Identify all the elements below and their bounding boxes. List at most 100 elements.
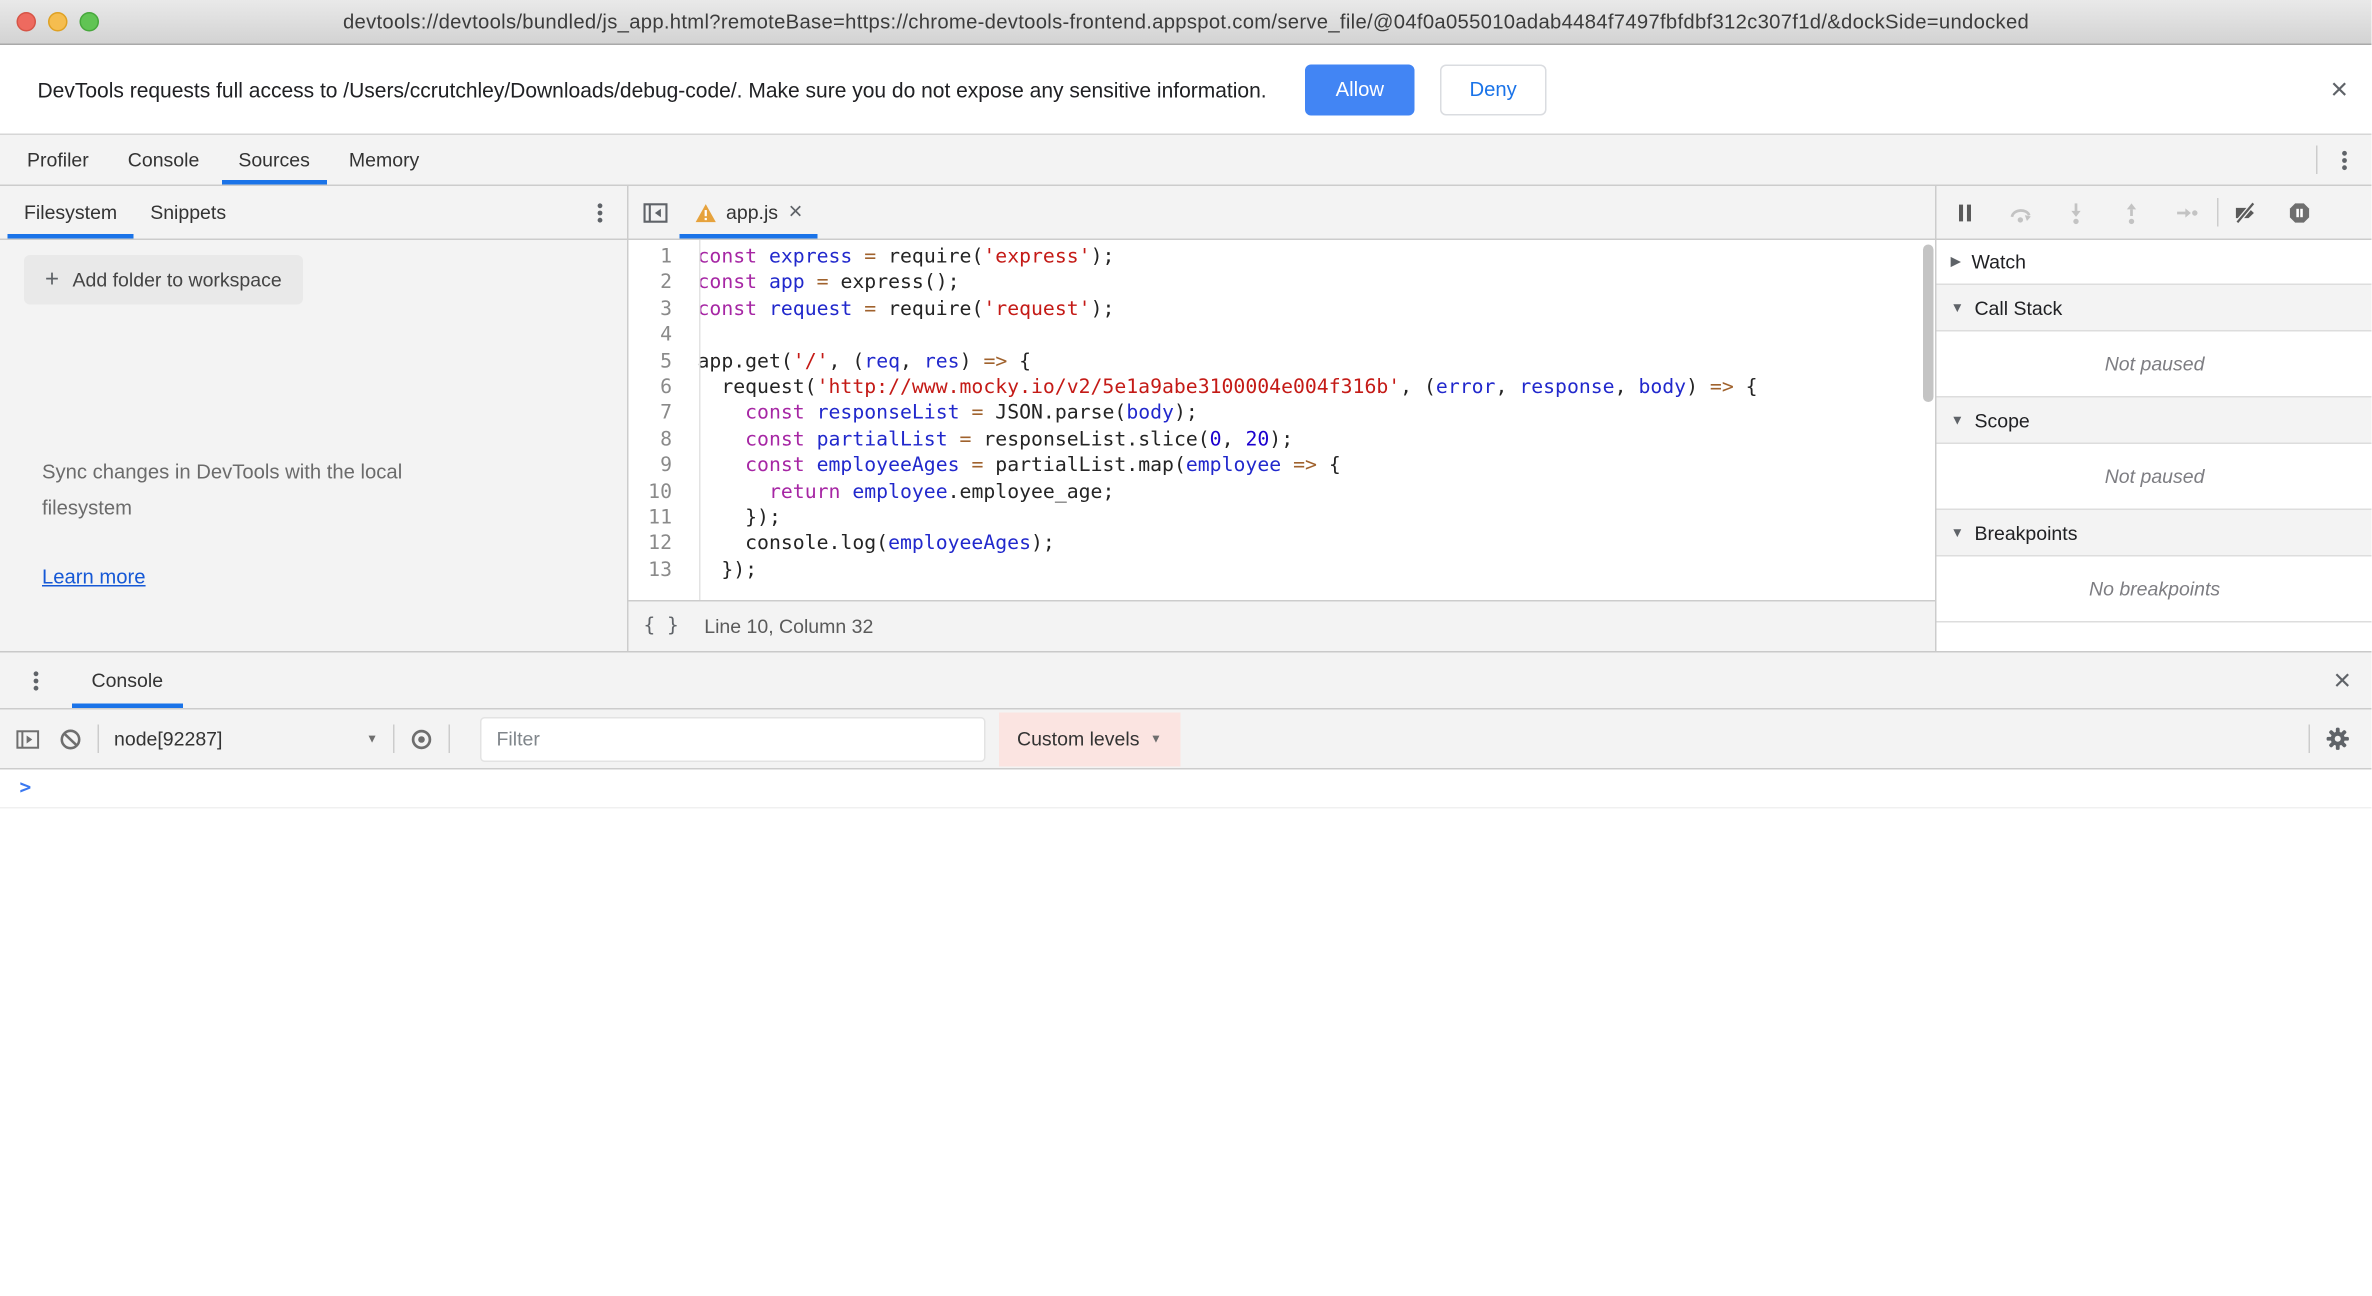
code-line[interactable]: 8 const partialList = responseList.slice… [629,427,1936,453]
code-line[interactable]: 1const express = require('express'); [629,245,1936,271]
separator [393,725,395,754]
scope-message: Not paused [1937,444,2372,510]
line-number[interactable]: 2 [629,271,686,297]
console-sidebar-toggle-icon[interactable] [15,727,39,751]
devtools-window: devtools://devtools/bundled/js_app.html?… [0,0,2372,1296]
section-header-watch[interactable]: ▶Watch [1937,240,2372,285]
tab-console-drawer[interactable]: Console [72,653,183,709]
main-menu-icon[interactable] [2333,148,2357,172]
console-prompt-chevron-icon: > [20,777,32,800]
add-folder-label: Add folder to workspace [73,269,282,292]
code-line[interactable]: 10 return employee.employee_age; [629,479,1936,505]
line-number[interactable]: 4 [629,323,686,349]
line-number[interactable]: 11 [629,506,686,532]
debugger-toolbar [1937,186,2372,240]
code-line[interactable]: 13 }); [629,558,1936,584]
deny-button[interactable]: Deny [1440,64,1547,115]
separator [2309,725,2311,754]
call-stack-message: Not paused [1937,332,2372,398]
drawer-close-icon[interactable]: × [2334,665,2352,695]
section-header-breakpoints[interactable]: ▼Breakpoints [1937,510,2372,557]
tab-profiler[interactable]: Profiler [8,135,109,185]
deactivate-breakpoints-icon[interactable] [2234,200,2258,224]
chevron-down-icon: ▼ [366,732,378,746]
add-folder-button[interactable]: + Add folder to workspace [24,255,303,305]
section-label: Call Stack [1974,296,2062,319]
section-header-call-stack[interactable]: ▼ Call Stack [1937,285,2372,332]
file-tab-close-icon[interactable]: × [789,200,803,224]
create-live-expression-icon[interactable] [410,727,434,751]
minimize-window-button[interactable] [48,12,68,32]
traffic-lights [17,0,100,44]
step-over-icon[interactable] [2009,200,2033,224]
tab-memory[interactable]: Memory [329,135,438,185]
separator [98,725,100,754]
triangle-down-icon: ▼ [1951,300,1964,315]
pause-on-exceptions-icon[interactable] [2288,200,2312,224]
line-number[interactable]: 1 [629,245,686,271]
code-line[interactable]: 3const request = require('request'); [629,297,1936,323]
step-into-icon[interactable] [2065,200,2089,224]
code-line[interactable]: 7 const responseList = JSON.parse(body); [629,401,1936,427]
line-number[interactable]: 5 [629,349,686,375]
code-line[interactable]: 2const app = express(); [629,271,1936,297]
editor-tabbar: app.js × [629,186,1936,240]
tab-console[interactable]: Console [108,135,219,185]
line-number[interactable]: 6 [629,375,686,401]
console-output[interactable]: > [0,770,2372,1296]
editor-statusbar: { } Line 10, Column 32 [629,600,1936,651]
step-icon[interactable] [2176,200,2200,224]
code-line[interactable]: 5app.get('/', (req, res) => { [629,349,1936,375]
pretty-print-icon[interactable]: { } [644,615,679,638]
titlebar: devtools://devtools/bundled/js_app.html?… [0,0,2372,45]
tab-filesystem[interactable]: Filesystem [8,186,134,239]
line-number[interactable]: 8 [629,427,686,453]
console-prompt-row[interactable]: > [0,770,2372,809]
code-line[interactable]: 4 [629,323,1936,349]
separator [2317,146,2319,175]
code-line[interactable]: 9 const employeeAges = partialList.map(e… [629,453,1936,479]
code-editor[interactable]: 1const express = require('express');2con… [629,240,1936,600]
debugger-sidebar: ▶Watch ▼ Call Stack Not paused ▼ Scope Not pau… [1937,186,2372,651]
fullscreen-window-button[interactable] [80,12,100,32]
section-label: Breakpoints [1974,521,2077,544]
code-line[interactable]: 11 }); [629,506,1936,532]
learn-more-link[interactable]: Learn more [42,566,146,589]
section-label: Watch [1971,251,2026,274]
custom-levels-dropdown[interactable]: Custom levels ▼ [999,712,1180,766]
console-settings-gear-icon[interactable] [2326,726,2352,752]
editor-scrollbar-thumb[interactable] [1924,245,1935,403]
line-number[interactable]: 9 [629,453,686,479]
code-line[interactable]: 12 console.log(employeeAges); [629,532,1936,558]
code-line[interactable]: 6 request('http://www.mocky.io/v2/5e1a9a… [629,375,1936,401]
console-filter-input[interactable] [480,716,986,761]
file-tab-label: app.js [726,201,778,224]
tab-snippets[interactable]: Snippets [134,186,243,239]
allow-button[interactable]: Allow [1306,64,1414,115]
tab-sources[interactable]: Sources [219,135,330,185]
hide-navigator-icon[interactable] [642,200,669,224]
step-out-icon[interactable] [2120,200,2144,224]
section-label: Scope [1974,409,2029,432]
clear-console-icon[interactable] [59,727,83,751]
close-window-button[interactable] [17,12,37,32]
line-number[interactable]: 7 [629,401,686,427]
sources-panel: Filesystem Snippets + Add folder to work… [0,186,2372,651]
section-header-scope[interactable]: ▼ Scope [1937,398,2372,445]
execution-context-label: node[92287] [114,728,222,751]
line-number[interactable]: 10 [629,479,686,505]
separator [449,725,451,754]
execution-context-select[interactable]: node[92287] ▼ [114,728,378,751]
line-number[interactable]: 12 [629,532,686,558]
line-number[interactable]: 13 [629,558,686,584]
navigator-panel: Filesystem Snippets + Add folder to work… [0,186,629,651]
pause-script-icon[interactable] [1954,200,1978,224]
main-tabbar: Profiler Console Sources Memory [0,135,2372,186]
triangle-down-icon: ▼ [1951,413,1964,428]
banner-close-icon[interactable]: × [2331,74,2349,104]
line-number[interactable]: 3 [629,297,686,323]
navigator-menu-icon[interactable] [588,200,612,224]
drawer-menu-icon[interactable] [24,668,48,692]
file-tab-appjs[interactable]: app.js × [680,186,818,239]
permission-message: DevTools requests full access to /Users/… [38,77,1267,101]
